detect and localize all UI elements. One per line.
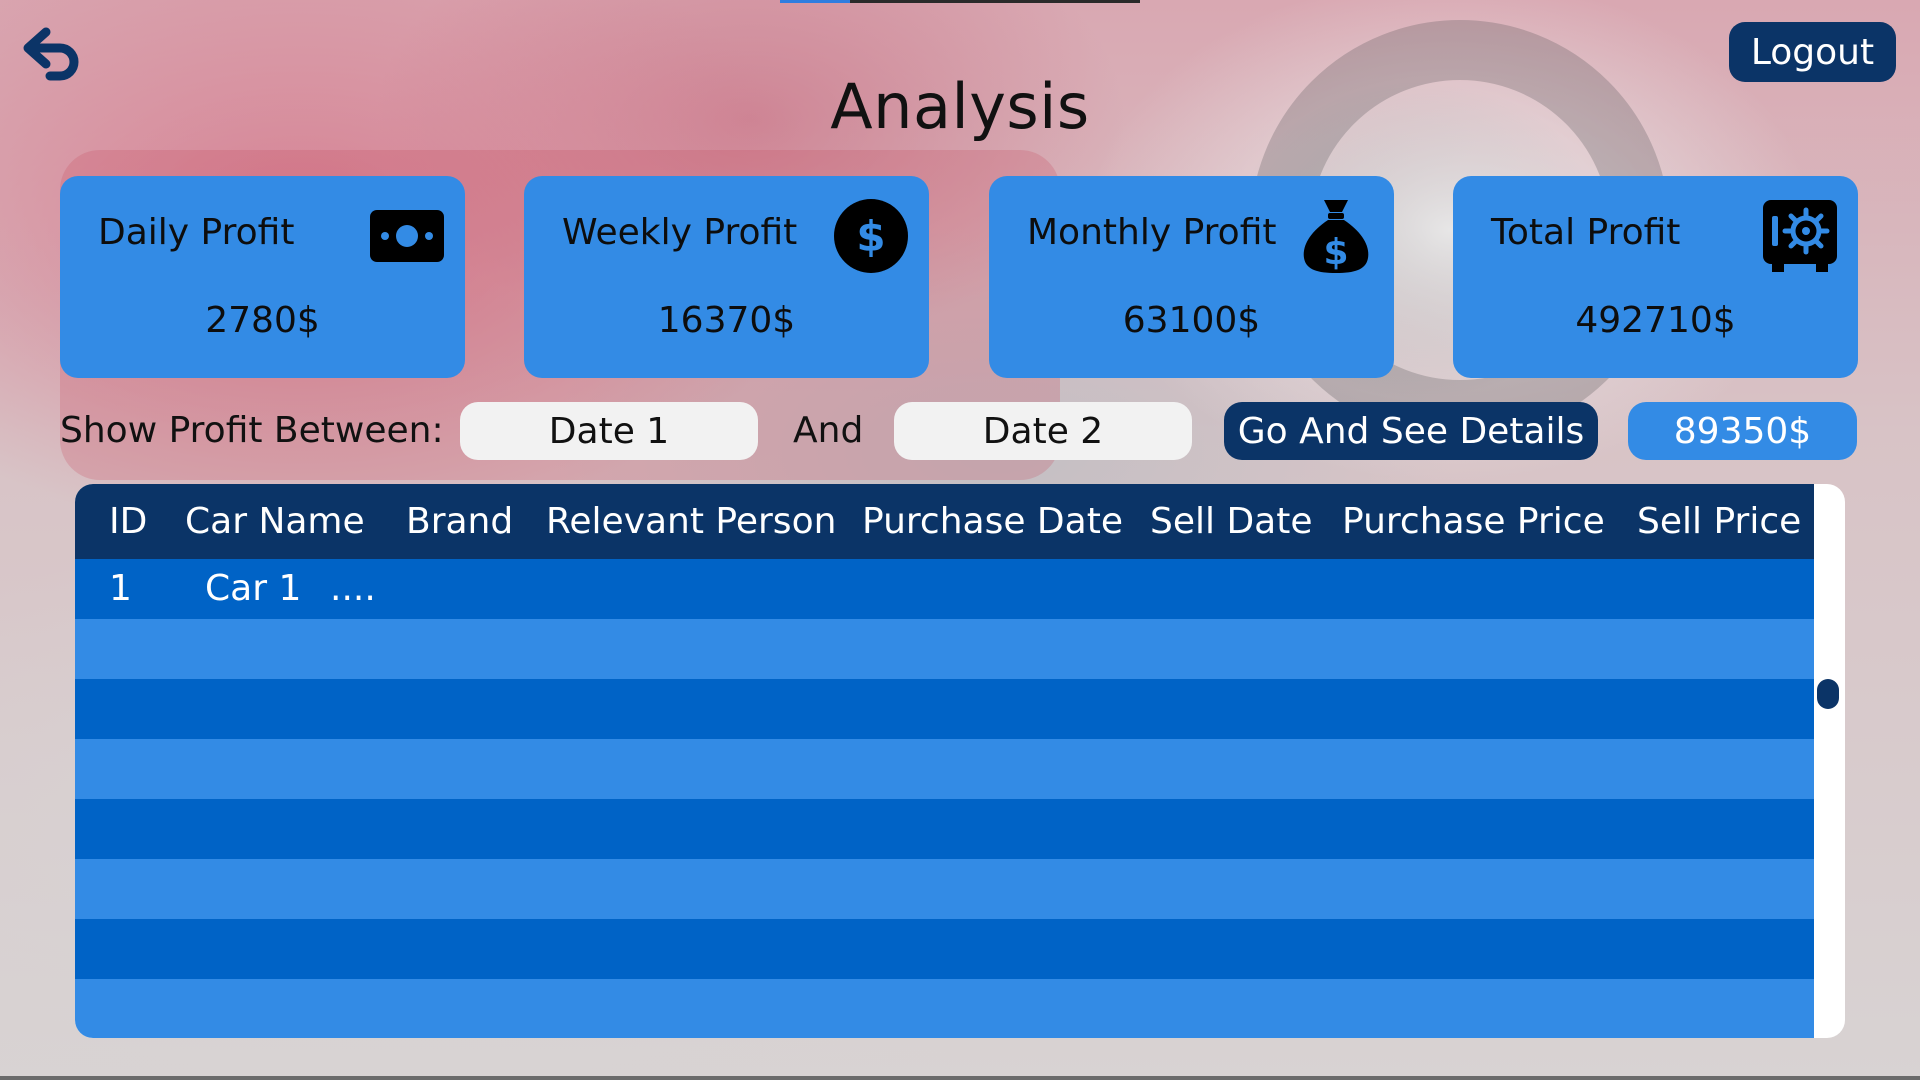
table-row[interactable] xyxy=(75,619,1814,679)
monthly-profit-card: Monthly Profit 63100$ $ xyxy=(989,176,1394,378)
card-label: Daily Profit xyxy=(98,212,295,253)
table-row[interactable] xyxy=(75,919,1814,979)
column-header-sell-price[interactable]: Sell Price xyxy=(1637,484,1801,559)
column-header-brand[interactable]: Brand xyxy=(406,484,513,559)
column-header-purchase-price[interactable]: Purchase Price xyxy=(1342,484,1605,559)
daily-profit-card: Daily Profit 2780$ xyxy=(60,176,465,378)
card-value: 492710$ xyxy=(1575,300,1736,341)
column-header-purchase-date[interactable]: Purchase Date xyxy=(862,484,1123,559)
total-profit-card: Total Profit 492710$ xyxy=(1453,176,1858,378)
card-label: Total Profit xyxy=(1491,212,1681,253)
page-title: Analysis xyxy=(830,70,1090,143)
dollar-circle-icon: $ xyxy=(834,199,908,273)
range-profit-result: 89350$ xyxy=(1628,402,1857,460)
table-row[interactable] xyxy=(75,739,1814,799)
column-header-car-name[interactable]: Car Name xyxy=(185,484,365,559)
svg-text:$: $ xyxy=(1323,232,1348,273)
show-profit-between-label: Show Profit Between: xyxy=(60,410,444,451)
table-row[interactable] xyxy=(75,979,1814,1038)
go-and-see-details-button[interactable]: Go And See Details xyxy=(1224,402,1598,460)
column-header-relevant-person[interactable]: Relevant Person xyxy=(546,484,836,559)
column-header-sell-date[interactable]: Sell Date xyxy=(1150,484,1313,559)
date-2-input[interactable] xyxy=(894,402,1192,460)
table-row[interactable] xyxy=(75,859,1814,919)
money-bag-icon: $ xyxy=(1303,200,1369,273)
card-value: 63100$ xyxy=(1122,300,1261,341)
table-row[interactable] xyxy=(75,799,1814,859)
table-scrollbar-thumb[interactable] xyxy=(1817,679,1839,709)
table-row[interactable] xyxy=(75,679,1814,739)
table-body: ID Car Name Brand Relevant Person Purcha… xyxy=(75,484,1814,1038)
card-value: 16370$ xyxy=(657,300,796,341)
cell-car-name: Car 1 xyxy=(205,568,302,609)
banknote-icon xyxy=(370,210,444,262)
card-label: Monthly Profit xyxy=(1027,212,1277,253)
weekly-profit-card: Weekly Profit 16370$ $ xyxy=(524,176,929,378)
top-progress-indicator xyxy=(780,0,1140,3)
safe-icon xyxy=(1763,200,1837,272)
date-1-input[interactable] xyxy=(460,402,758,460)
cell-brand: .... xyxy=(330,568,376,609)
cars-table: ID Car Name Brand Relevant Person Purcha… xyxy=(75,484,1845,1038)
card-label: Weekly Profit xyxy=(562,212,798,253)
cell-id: 1 xyxy=(109,568,132,609)
card-value: 2780$ xyxy=(205,300,320,341)
svg-text:$: $ xyxy=(856,212,885,261)
table-header: ID Car Name Brand Relevant Person Purcha… xyxy=(75,484,1814,559)
bottom-edge-line xyxy=(0,1076,1920,1080)
and-label: And xyxy=(793,410,864,451)
table-row[interactable]: 1 Car 1 .... xyxy=(75,559,1814,619)
column-header-id[interactable]: ID xyxy=(109,484,147,559)
top-progress-accent xyxy=(780,0,850,3)
